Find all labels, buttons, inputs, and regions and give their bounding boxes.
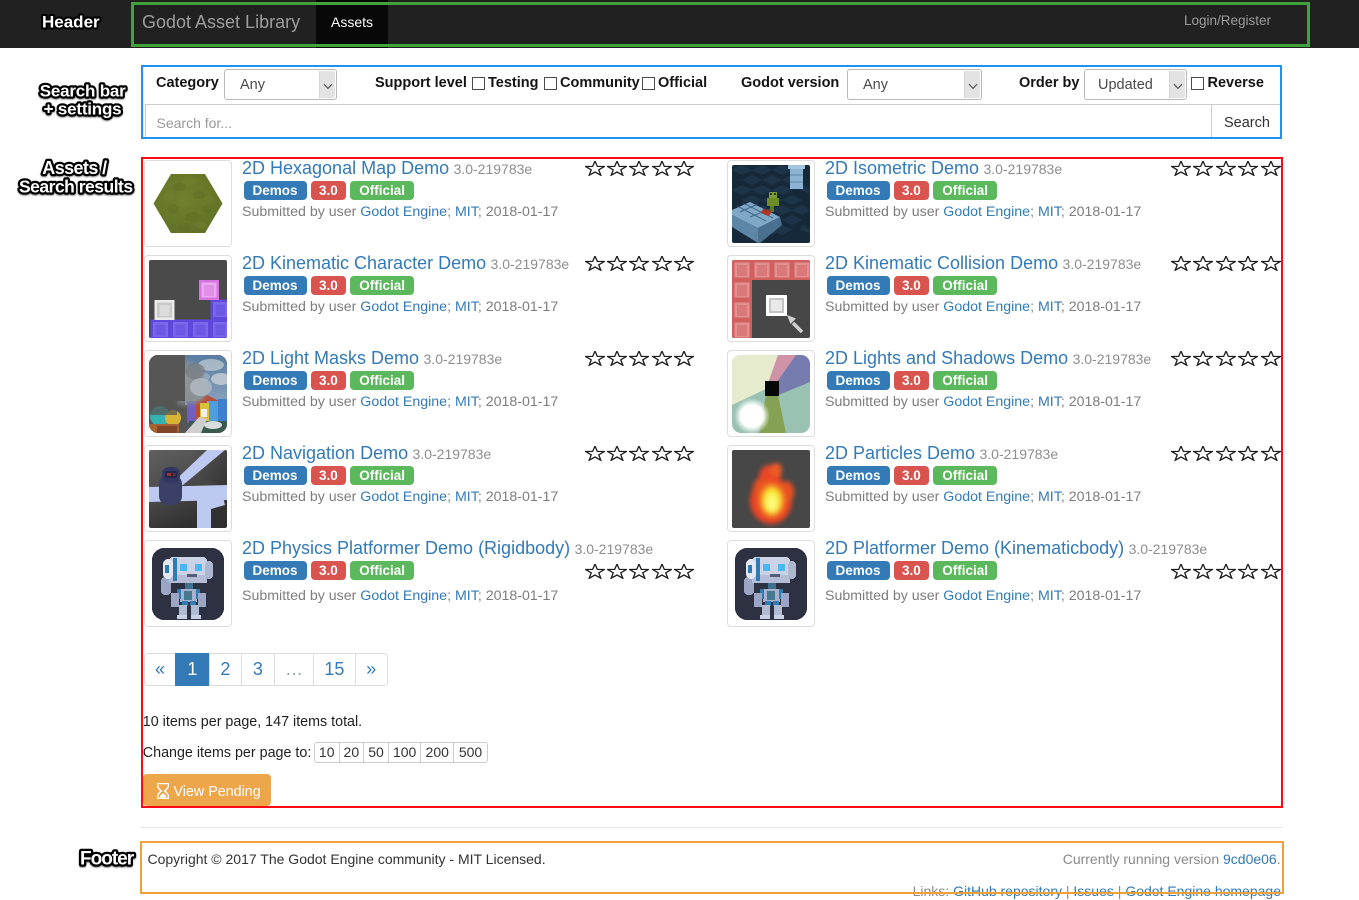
svg-text:Search results: Search results (19, 176, 133, 196)
svg-text:+ settings: + settings (44, 100, 122, 119)
svg-text:Assets /: Assets / (42, 158, 107, 178)
svg-text:Search bar: Search bar (40, 82, 126, 101)
svg-text:Footer: Footer (80, 848, 135, 869)
